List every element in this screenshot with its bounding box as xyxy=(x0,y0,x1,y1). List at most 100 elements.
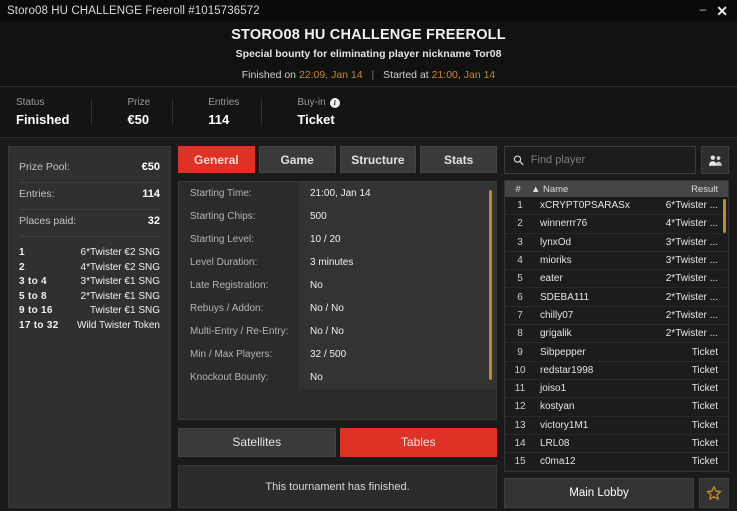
minimize-icon[interactable]: – xyxy=(697,3,710,15)
player-name: lynxOd xyxy=(540,236,572,248)
payout-reward: 2*Twister €1 SNG xyxy=(80,290,160,302)
lobby-body: Prize Pool: €50 Entries: 114 Places paid… xyxy=(0,138,737,511)
main-lobby-button[interactable]: Main Lobby xyxy=(504,478,694,509)
table-row[interactable]: 9 Sibpepper Ticket xyxy=(505,343,728,362)
player-name: c0ma12 xyxy=(540,456,576,468)
entries-row: Entries: 114 xyxy=(19,183,160,210)
player-rank: 4 xyxy=(517,255,523,267)
satellites-tables-tab-bar: Satellites Tables xyxy=(178,427,497,457)
detail-key: Starting Time: xyxy=(190,187,252,199)
payout-reward: 6*Twister €2 SNG xyxy=(80,247,160,258)
table-row[interactable]: 10 redstar1998 Ticket xyxy=(505,362,728,380)
table-row[interactable]: 11 joiso1 Ticket xyxy=(505,380,728,399)
detail-value: 32 / 500 xyxy=(299,343,496,366)
window-title: Storo08 HU CHALLENGE Freeroll #101573657… xyxy=(7,4,260,17)
stat-status-label: Status xyxy=(16,97,45,108)
table-row[interactable]: 2 winnerrr76 4*Twister ... xyxy=(505,215,728,234)
player-rank: 12 xyxy=(514,401,526,413)
table-row[interactable]: 8 grigalik 2*Twister ... xyxy=(505,325,728,344)
player-list-header: # ▲ Name Result xyxy=(505,181,728,197)
people-button[interactable] xyxy=(701,146,729,174)
player-name: kostyan xyxy=(540,401,575,413)
prize-pool-panel: Prize Pool: €50 Entries: 114 Places paid… xyxy=(8,146,171,509)
detail-row: Starting Time: 21:00, Jan 14 xyxy=(179,182,496,205)
player-rank: 10 xyxy=(514,364,526,376)
player-name: mioriks xyxy=(540,255,572,267)
player-name: victory1M1 xyxy=(540,419,589,431)
favorite-button[interactable] xyxy=(699,478,729,509)
started-label: Started at xyxy=(383,69,429,81)
detail-row: Rebuys / Addon: No / No xyxy=(179,297,496,320)
tables-empty-message: This tournament has finished. xyxy=(265,480,410,493)
column-header-result[interactable]: Result xyxy=(650,184,728,195)
player-rank: 7 xyxy=(517,309,523,321)
column-header-rank[interactable]: # xyxy=(505,184,531,195)
tournament-times: Finished on 22:09, Jan 14 | Started at 2… xyxy=(0,69,737,81)
payout-rank: 2 xyxy=(19,261,25,273)
table-row[interactable]: 6 SDEBA111 2*Twister ... xyxy=(505,288,728,307)
table-row[interactable]: 13 victory1M1 Ticket xyxy=(505,417,728,435)
table-row[interactable]: 1 xCRYPT0PSARASx 6*Twister ... xyxy=(505,197,728,216)
stat-buyin-label-text: Buy-in xyxy=(297,97,326,108)
player-list-scrollbar[interactable] xyxy=(723,199,726,233)
footer-actions: Main Lobby xyxy=(504,478,729,509)
table-row[interactable]: 15 c0ma12 Ticket xyxy=(505,453,728,472)
player-name: SDEBA111 xyxy=(540,291,590,303)
player-name: LRL08 xyxy=(540,438,570,449)
player-result: Ticket xyxy=(691,456,718,468)
prize-pool-key: Prize Pool: xyxy=(19,161,70,173)
player-rank: 15 xyxy=(514,456,526,468)
tab-general[interactable]: General xyxy=(178,146,255,173)
tab-stats[interactable]: Stats xyxy=(420,146,497,173)
detail-value: 500 xyxy=(299,205,496,228)
search-input[interactable] xyxy=(530,154,687,166)
people-icon xyxy=(708,155,722,166)
player-rank: 5 xyxy=(517,273,523,285)
detail-row: Level Duration: 3 minutes xyxy=(179,251,496,274)
stat-buyin-value: Ticket xyxy=(297,112,335,127)
player-name: grigalik xyxy=(540,328,572,340)
player-list: # ▲ Name Result 1 xCRYPT0PSARASx 6*Twist… xyxy=(504,180,729,473)
player-result: 3*Twister ... xyxy=(665,255,718,267)
stat-entries-label: Entries xyxy=(208,97,240,108)
tab-tables[interactable]: Tables xyxy=(339,427,497,457)
prize-pool-row: Prize Pool: €50 xyxy=(19,156,160,183)
detail-key: Rebuys / Addon: xyxy=(190,302,264,314)
places-paid-value: 32 xyxy=(147,215,160,227)
tab-satellites[interactable]: Satellites xyxy=(178,427,336,457)
info-icon[interactable]: i xyxy=(329,97,340,108)
general-details-panel: Starting Time: 21:00, Jan 14 Starting Ch… xyxy=(178,181,497,420)
tab-structure[interactable]: Structure xyxy=(339,146,417,173)
detail-key: Multi-Entry / Re-Entry: xyxy=(190,325,289,337)
player-rank: 3 xyxy=(517,236,523,248)
prize-pool-value: €50 xyxy=(141,161,160,173)
search-box[interactable] xyxy=(504,146,696,174)
entries-value: 114 xyxy=(142,188,160,200)
column-header-name[interactable]: Name xyxy=(543,184,650,195)
detail-row: Starting Chips: 500 xyxy=(179,205,496,228)
table-row[interactable]: 3 lynxOd 3*Twister ... xyxy=(505,234,728,252)
sort-ascending-icon[interactable]: ▲ xyxy=(531,184,543,195)
stat-entries-value: 114 xyxy=(208,112,230,127)
table-row[interactable]: 7 chilly07 2*Twister ... xyxy=(505,307,728,326)
player-result: Ticket xyxy=(691,438,718,449)
player-result: 2*Twister ... xyxy=(665,328,718,340)
player-result: Ticket xyxy=(691,419,718,431)
close-icon[interactable]: ✕ xyxy=(713,4,731,18)
detail-key: Level Duration: xyxy=(190,256,258,268)
payout-row: 5 to 8 2*Twister €1 SNG xyxy=(19,290,160,305)
places-paid-key: Places paid: xyxy=(19,215,77,227)
prize-pool-column: Prize Pool: €50 Entries: 114 Places paid… xyxy=(8,146,171,509)
player-rank: 6 xyxy=(517,291,523,303)
payout-rank: 1 xyxy=(19,247,25,258)
tab-game[interactable]: Game xyxy=(258,146,336,173)
table-row[interactable]: 14 LRL08 Ticket xyxy=(505,435,728,454)
player-search-row xyxy=(504,146,729,174)
tournament-header: STORO08 HU CHALLENGE FREEROLL Special bo… xyxy=(0,21,737,87)
table-row[interactable]: 5 eater 2*Twister ... xyxy=(505,270,728,289)
table-row[interactable]: 12 kostyan Ticket xyxy=(505,398,728,417)
player-result: 4*Twister ... xyxy=(665,218,718,230)
payout-rank: 5 to 8 xyxy=(19,290,47,302)
details-scrollbar[interactable] xyxy=(489,190,492,380)
table-row[interactable]: 4 mioriks 3*Twister ... xyxy=(505,252,728,271)
